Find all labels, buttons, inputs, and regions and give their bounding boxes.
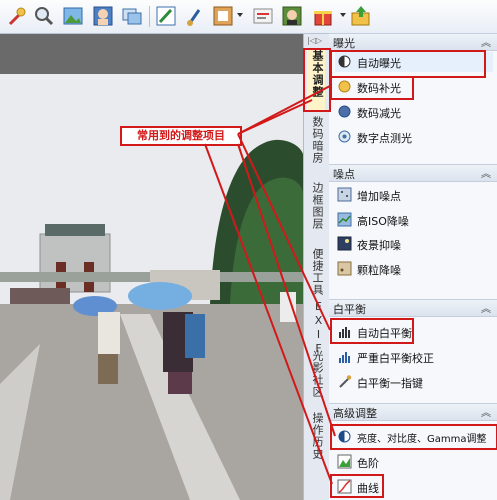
reduce-light-icon [338,105,351,118]
slideshow-icon[interactable] [121,5,143,27]
item-night-denoise[interactable]: 夜景抑噪 [335,234,493,254]
toolbar-separator [149,6,150,27]
gift-icon[interactable] [312,5,334,27]
item-severe-wb-correction[interactable]: 严重白平衡校正 [335,347,493,367]
image-icon[interactable] [62,5,84,27]
section-title: 曝光 [333,37,355,50]
spot-metering-icon [338,130,351,143]
grain-denoise-icon [337,261,352,276]
collapse-icon[interactable]: ︽ [481,404,491,419]
wb-correction-icon [339,352,350,363]
item-levels[interactable]: 色阶 [335,452,493,472]
highlight-fill-light [330,76,414,100]
brush-icon[interactable] [184,5,206,27]
item-grain-denoise[interactable]: 颗粒降噪 [335,259,493,279]
iso-denoise-icon [337,212,352,227]
add-noise-icon [337,187,352,202]
section-advanced-header[interactable]: 高级调整 ︽ [329,403,497,421]
annotation-callout: 常用到的调整项目 [120,126,242,146]
collapse-icon[interactable]: ︽ [481,34,491,49]
item-add-noise[interactable]: 增加噪点 [335,185,493,205]
tab-frame-layer[interactable]: 边框图层 [307,182,325,244]
toolbar [0,0,497,34]
beauty-icon[interactable] [281,5,303,27]
highlight-brightness-contrast [330,424,497,450]
magic-wand-icon[interactable] [6,5,28,27]
section-title: 高级调整 [333,407,377,420]
tab-lightshadow-community[interactable]: 光影社区 [307,350,325,402]
highlight-curves [330,474,384,498]
collapse-icon[interactable]: ︽ [481,300,491,315]
highlight-auto-wb [330,318,414,344]
tab-digital-darkroom[interactable]: 数码暗房 [307,116,325,178]
item-spot-metering[interactable]: 数字点测光 [335,127,493,147]
expand-panel-icon[interactable]: |◁▷ [307,36,322,45]
frame-icon[interactable] [212,5,234,27]
tab-history[interactable]: 操作历史 [307,412,325,468]
export-icon[interactable] [350,5,372,27]
section-noise-header[interactable]: 噪点 ︽ [329,164,497,182]
text-edit-icon[interactable] [252,5,274,27]
night-denoise-icon [337,236,352,251]
image-canvas[interactable] [0,34,303,500]
eyedropper-icon [339,375,352,388]
highlight-auto-exposure [330,50,486,78]
item-high-iso-denoise[interactable]: 高ISO降噪 [335,210,493,230]
section-title: 噪点 [333,168,355,181]
gift-dropdown-icon[interactable] [340,13,346,17]
canvas-background [0,34,303,74]
edit-pen-icon[interactable] [155,5,177,27]
tab-exif[interactable]: EXIF [307,300,325,356]
highlight-basic-tab [303,48,331,112]
collapse-icon[interactable]: ︽ [481,165,491,180]
item-digital-reduce-light[interactable]: 数码减光 [335,102,493,122]
section-wb-header[interactable]: 白平衡 ︽ [329,299,497,317]
portrait-icon[interactable] [92,5,114,27]
levels-icon [337,454,352,469]
magnifier-icon[interactable] [33,5,55,27]
tab-quick-tools[interactable]: 便捷工具 [307,248,325,300]
item-wb-one-click[interactable]: 白平衡一指键 [335,372,493,392]
section-exposure-header[interactable]: 曝光 ︽ [329,33,497,51]
frame-dropdown-icon[interactable] [237,13,243,17]
section-title: 白平衡 [333,303,366,316]
